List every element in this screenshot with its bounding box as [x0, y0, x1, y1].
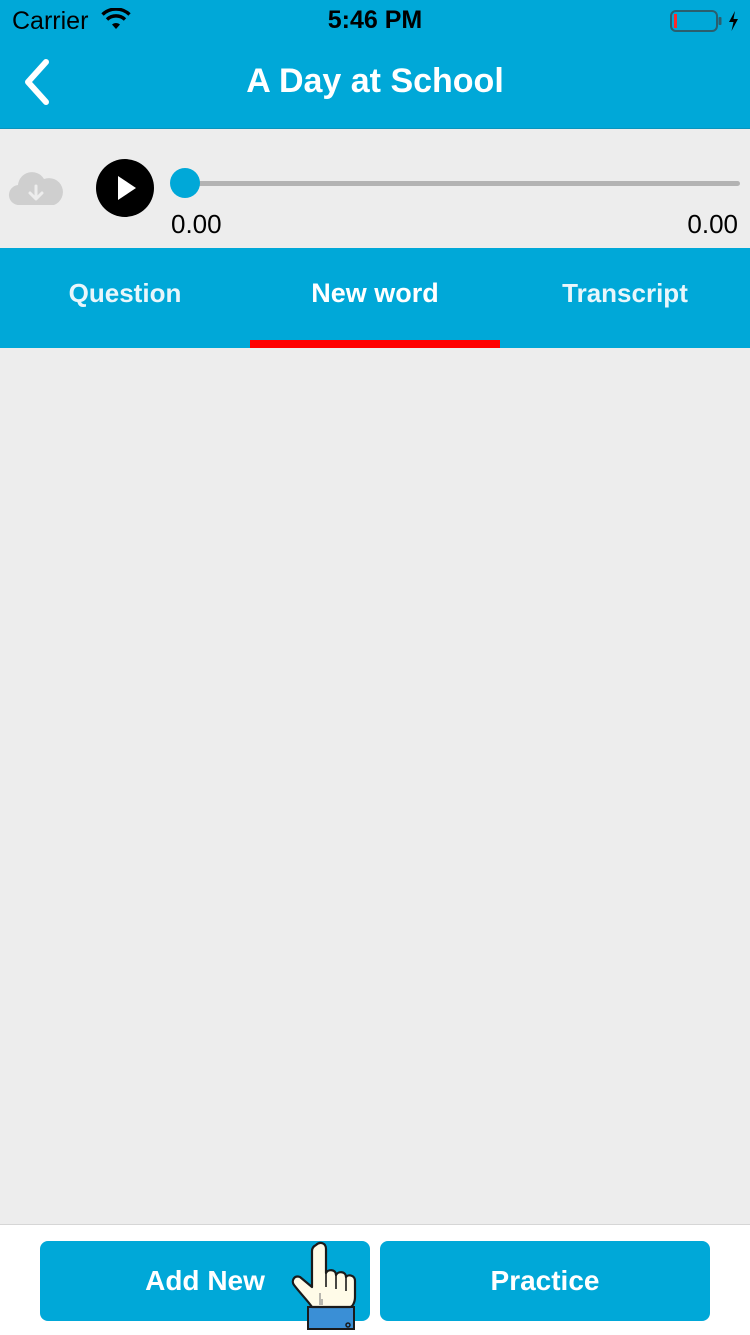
tab-question[interactable]: Question [0, 248, 250, 348]
page-title: A Day at School [246, 62, 504, 100]
current-time: 0.00 [171, 209, 222, 239]
active-tab-indicator [250, 340, 500, 348]
bottom-action-bar: Add New Practice [0, 1224, 750, 1335]
tab-transcript[interactable]: Transcript [500, 248, 750, 348]
practice-label: Practice [490, 1265, 600, 1296]
hand-pointer-icon [291, 1241, 357, 1330]
battery-icon [670, 10, 738, 32]
status-time: 5:46 PM [327, 6, 423, 34]
play-button[interactable] [96, 159, 154, 217]
audio-player: 0.00 0.00 [0, 129, 750, 248]
duration-time: 0.00 [687, 209, 738, 239]
progress-slider-thumb[interactable] [170, 168, 200, 198]
tab-new-word-label: New word [311, 278, 439, 308]
progress-track[interactable] [184, 181, 740, 186]
tab-bar: Question New word Transcript [0, 248, 750, 348]
tab-new-word[interactable]: New word [250, 248, 500, 348]
cloud-download-icon[interactable] [8, 169, 64, 209]
word-list-area [0, 348, 750, 1224]
tab-transcript-label: Transcript [562, 278, 688, 308]
status-bar: Carrier 5:46 PM [0, 0, 750, 40]
tab-question-label: Question [68, 278, 182, 308]
play-icon [118, 176, 136, 200]
nav-bar: A Day at School [0, 40, 750, 129]
practice-button[interactable]: Practice [380, 1241, 710, 1321]
